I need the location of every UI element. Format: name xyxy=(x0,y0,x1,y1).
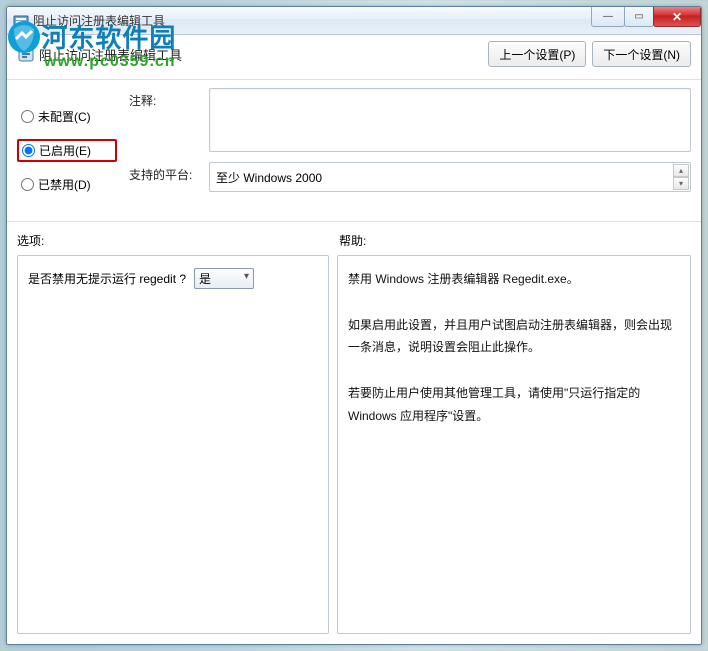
radio-not-configured[interactable]: 未配置(C) xyxy=(17,106,117,127)
help-panel: 禁用 Windows 注册表编辑器 Regedit.exe。 如果启用此设置，并… xyxy=(337,255,691,634)
scroll-down-icon[interactable]: ▾ xyxy=(673,177,689,190)
radio-enabled-input[interactable] xyxy=(22,144,35,157)
dialog-window: 阻止访问注册表编辑工具 — ▭ ✕ 阻止访问注册表编辑工具 上一个设置(P) 下… xyxy=(6,6,702,645)
supported-platform-box: 至少 Windows 2000 ▴ ▾ xyxy=(209,162,691,192)
close-button[interactable]: ✕ xyxy=(653,7,701,27)
app-icon xyxy=(13,13,29,29)
previous-setting-button[interactable]: 上一个设置(P) xyxy=(488,41,586,67)
platform-label: 支持的平台: xyxy=(129,162,199,192)
radio-enabled[interactable]: 已启用(E) xyxy=(17,139,117,162)
window-title: 阻止访问注册表编辑工具 xyxy=(33,12,165,29)
maximize-button[interactable]: ▭ xyxy=(624,7,654,27)
options-section-label: 选项: xyxy=(17,232,339,249)
comment-textarea[interactable] xyxy=(209,88,691,152)
help-paragraph: 若要防止用户使用其他管理工具，请使用"只运行指定的 Windows 应用程序"设… xyxy=(348,382,680,428)
radio-disabled-input[interactable] xyxy=(21,178,34,191)
policy-name: 阻止访问注册表编辑工具 xyxy=(39,45,182,64)
scroll-up-icon[interactable]: ▴ xyxy=(673,164,689,177)
separator xyxy=(7,221,701,222)
titlebar[interactable]: 阻止访问注册表编辑工具 — ▭ ✕ xyxy=(7,7,701,35)
next-setting-button[interactable]: 下一个设置(N) xyxy=(592,41,691,67)
option-question: 是否禁用无提示运行 regedit ? xyxy=(28,270,186,287)
help-paragraph: 如果启用此设置，并且用户试图启动注册表编辑器，则会出现一条消息，说明设置会阻止此… xyxy=(348,314,680,360)
comment-label: 注释: xyxy=(129,88,199,152)
regedit-silent-dropdown[interactable]: 是 xyxy=(194,268,254,289)
separator xyxy=(7,79,701,80)
help-section-label: 帮助: xyxy=(339,232,366,249)
platform-scrollbar[interactable]: ▴ ▾ xyxy=(673,164,689,190)
help-paragraph: 禁用 Windows 注册表编辑器 Regedit.exe。 xyxy=(348,268,680,291)
minimize-button[interactable]: — xyxy=(591,7,625,27)
platform-value: 至少 Windows 2000 xyxy=(216,169,322,186)
radio-disabled[interactable]: 已禁用(D) xyxy=(17,174,117,195)
radio-not-configured-input[interactable] xyxy=(21,110,34,123)
policy-icon xyxy=(17,45,35,63)
state-radio-group: 未配置(C) 已启用(E) 已禁用(D) xyxy=(17,88,117,207)
options-panel: 是否禁用无提示运行 regedit ? 是 xyxy=(17,255,329,634)
